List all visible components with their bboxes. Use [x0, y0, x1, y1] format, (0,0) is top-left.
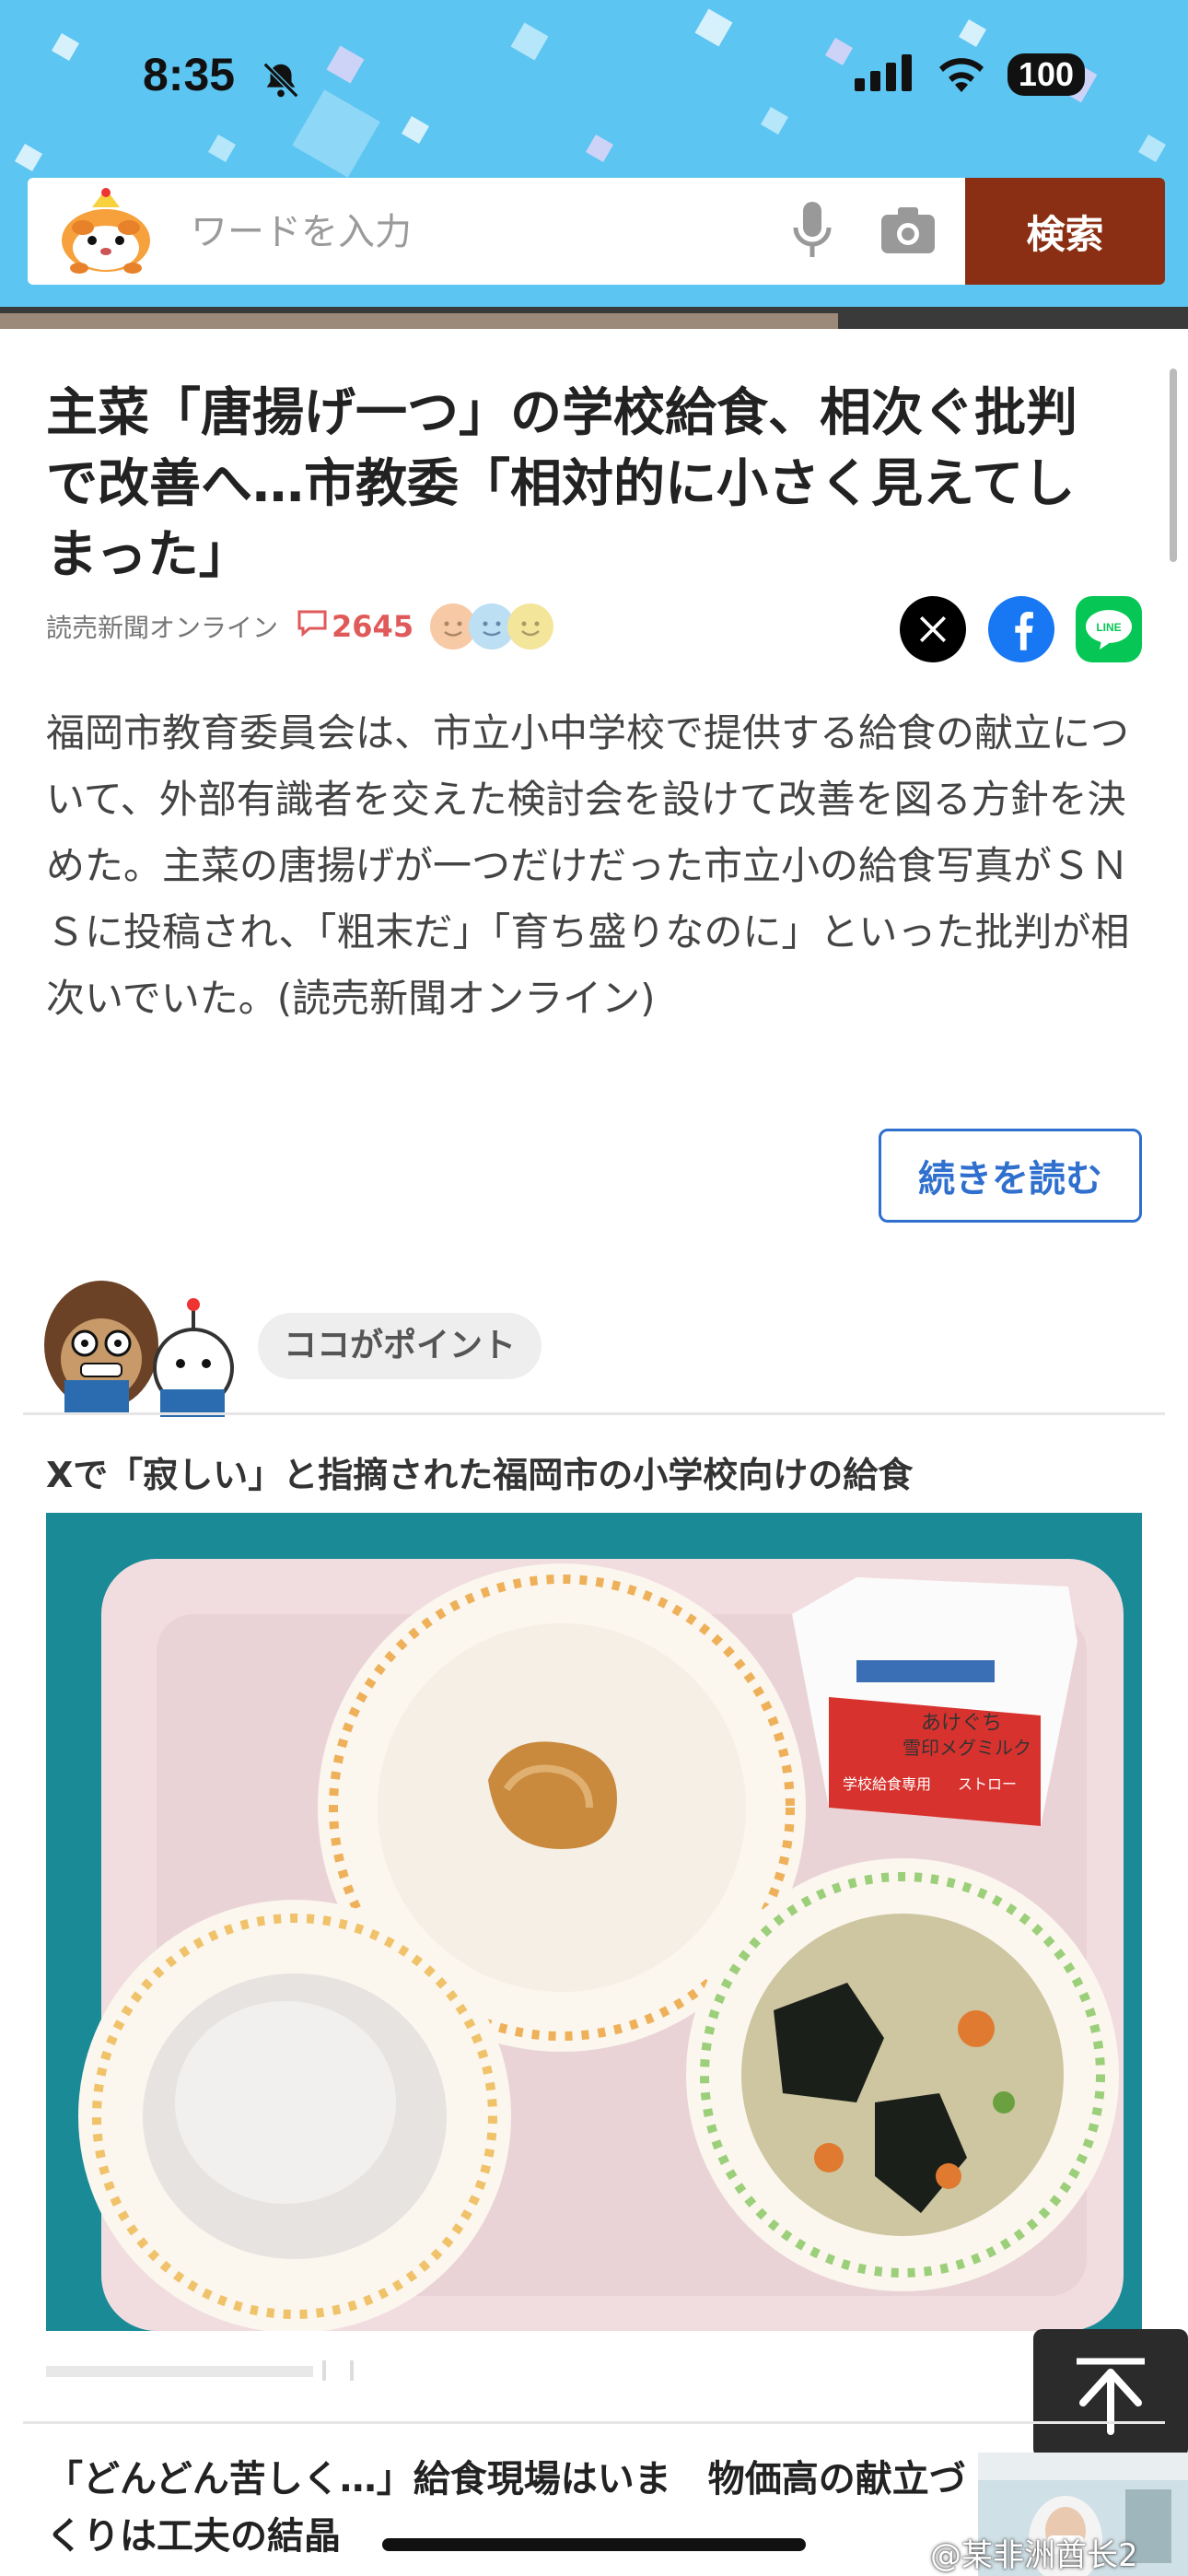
mascot-logo[interactable] — [55, 187, 157, 275]
mic-icon[interactable] — [792, 202, 833, 264]
watermark: @某非洲酋长2 — [930, 2537, 1138, 2574]
milk-label-4: ストロー — [958, 1775, 1017, 1793]
header-bar: 8:35 100 ワードを入力 検索 — [0, 0, 1188, 318]
x-icon — [919, 615, 947, 643]
section-divider — [23, 1412, 1165, 1415]
point-mascots — [37, 1271, 249, 1419]
home-indicator[interactable] — [382, 2538, 806, 2551]
wifi-icon — [936, 53, 987, 96]
bell-slash-icon — [260, 59, 302, 105]
lunch-photo[interactable]: あけぐち 雪印メグミルク 学校給食専用 ストロー — [46, 1513, 1142, 2333]
article-title: 主菜「唐揚げ一つ」の学校給食、相次ぐ批判で改善へ…市教委「相対的に小さく見えてし… — [46, 383, 1077, 585]
share-facebook-button[interactable] — [988, 596, 1054, 662]
point-label[interactable]: ココがポイント — [258, 1313, 542, 1379]
comment-icon — [297, 609, 328, 644]
header-strip-image — [0, 313, 838, 329]
scroll-to-top-button[interactable] — [1033, 2329, 1188, 2458]
camera-icon[interactable] — [879, 205, 937, 259]
search-input[interactable] — [189, 196, 791, 268]
reaction-faces[interactable] — [430, 603, 554, 650]
milk-label-1: あけぐち — [921, 1712, 1002, 1735]
article-body: 福岡市教育委員会は、市立小中学校で提供する給食の献立について、外部有識者を交えた… — [46, 710, 1130, 1021]
status-time: 8:35 — [143, 49, 236, 100]
happy-face-icon — [507, 603, 554, 650]
search-button[interactable]: 検索 — [965, 178, 1165, 285]
share-line-button[interactable]: LINE — [1076, 596, 1142, 662]
search-bar: 検索 — [28, 178, 1165, 285]
photo-caption: Xで「寂しい」と指摘された福岡市の小学校向けの給食 — [46, 1455, 914, 1495]
comment-count[interactable]: 2645 — [297, 609, 413, 644]
article-source[interactable]: 読売新聞オンライン — [46, 608, 278, 645]
signal-icon — [854, 54, 915, 95]
status-icons: 100 — [854, 53, 1085, 96]
read-more-button[interactable]: 続きを読む — [879, 1129, 1142, 1223]
facebook-icon — [1015, 612, 1033, 650]
battery-icon: 100 — [1007, 53, 1085, 96]
svg-text:LINE: LINE — [1096, 621, 1121, 634]
milk-label-3: 学校給食専用 — [843, 1775, 931, 1793]
scroll-indicator[interactable] — [1170, 369, 1177, 562]
milk-label-2: 雪印メグミルク — [903, 1737, 1031, 1759]
photo-credit-bar — [46, 2359, 359, 2383]
line-icon: LINE — [1086, 610, 1132, 650]
share-x-button[interactable] — [900, 596, 966, 662]
section-divider-2 — [23, 2421, 1165, 2424]
article-meta: 読売新聞オンライン 2645 — [46, 603, 554, 650]
